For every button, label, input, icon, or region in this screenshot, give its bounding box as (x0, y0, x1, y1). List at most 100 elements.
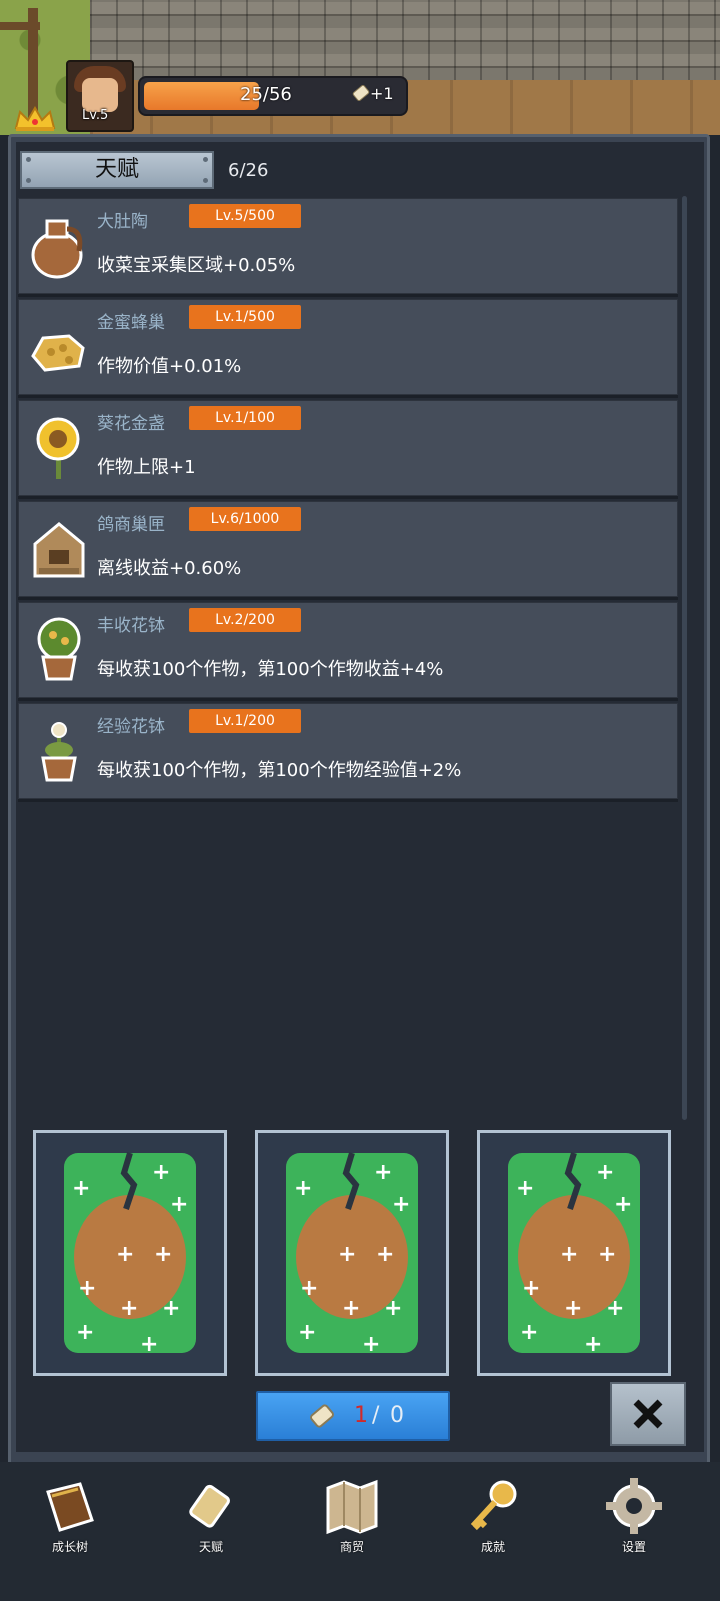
scroll-bonus: +1 (370, 84, 394, 103)
svg-text:+: + (72, 1176, 90, 1201)
player-level: Lv.5 (82, 108, 109, 123)
svg-text:+: + (170, 1192, 188, 1217)
nav-label: 商贸 (339, 1540, 364, 1554)
talent-name: 丰收花钵 (97, 616, 165, 636)
book-icon (46, 1482, 94, 1532)
xp-text: 25/56 (240, 84, 292, 105)
svg-text:+: + (520, 1320, 538, 1345)
talent-name: 金蜜蜂巢 (97, 313, 165, 333)
draw-cost-current: 1 (354, 1403, 368, 1428)
talent-name: 鸽商巢匣 (97, 515, 165, 535)
svg-text:+: + (614, 1192, 632, 1217)
gear-icon (606, 1478, 662, 1534)
svg-text:+: + (152, 1160, 170, 1185)
talent-description: 每收获100个作物，第100个作物经验值+2% (97, 760, 462, 781)
harvest-flowerpot-icon (37, 617, 81, 681)
avatar-face (82, 78, 118, 112)
seed-card-back-icon: +++ + ++ + ++ + (286, 1152, 418, 1357)
pigeon-box-icon (33, 522, 85, 578)
talent-card[interactable]: 金蜜蜂巢 Lv.1/500 作物价值+0.01% (18, 299, 678, 395)
talent-level-badge: Lv.6/1000 (189, 507, 301, 531)
svg-text:+: + (120, 1296, 138, 1321)
talent-description: 收菜宝采集区域+0.05% (97, 255, 296, 276)
close-button[interactable] (610, 1382, 686, 1446)
draw-cost-total: 0 (390, 1403, 404, 1428)
sunflower-icon (36, 417, 80, 479)
svg-text:+: + (392, 1192, 410, 1217)
talent-name: 葵花金盏 (97, 414, 165, 434)
talent-card[interactable]: 经验花钵 Lv.1/200 每收获100个作物，第100个作物经验值+2% (18, 703, 678, 799)
nav-item-achievement[interactable]: 成就 (443, 1474, 543, 1564)
talent-card[interactable]: 鸽商巢匣 Lv.6/1000 离线收益+0.60% (18, 501, 678, 597)
talent-description: 每收获100个作物，第100个作物收益+4% (97, 659, 444, 680)
nav-label: 成就 (480, 1540, 505, 1554)
svg-text:+: + (374, 1160, 392, 1185)
seed-card-slot[interactable]: + + + + + + + + + + (477, 1130, 671, 1376)
talent-level-badge: Lv.1/200 (189, 709, 301, 733)
svg-text:+: + (294, 1176, 312, 1201)
key-icon (470, 1480, 517, 1531)
talent-description: 作物价值+0.01% (97, 356, 242, 377)
talent-name: 大肚陶 (97, 212, 148, 232)
draw-cost-separator: / (372, 1403, 380, 1428)
roof-background (90, 0, 720, 80)
nav-label: 天赋 (198, 1540, 223, 1554)
svg-text:+: + (376, 1242, 394, 1267)
talent-level-badge: Lv.1/500 (189, 305, 301, 329)
talent-count: 6/26 (228, 160, 269, 181)
talent-title: 天赋 (94, 157, 139, 182)
scroll-icon (189, 1484, 230, 1528)
nav-item-trade[interactable]: 商贸 (302, 1474, 402, 1564)
svg-text:+: + (564, 1296, 582, 1321)
svg-text:+: + (338, 1242, 356, 1267)
svg-text:+: + (516, 1176, 534, 1201)
nav-label: 成长树 (51, 1540, 88, 1554)
clay-jar-icon (31, 219, 83, 279)
talent-card[interactable]: 丰收花钵 Lv.2/200 每收获100个作物，第100个作物收益+4% (18, 602, 678, 698)
talent-level-badge: Lv.5/500 (189, 204, 301, 228)
talent-list-scrollbar[interactable] (682, 196, 687, 1120)
seed-card-back-icon: +++ + ++ + ++ + (64, 1152, 196, 1357)
svg-text:+: + (342, 1296, 360, 1321)
talent-level-badge: Lv.2/200 (189, 608, 301, 632)
exp-flowerpot-icon (41, 722, 77, 782)
map-icon (326, 1479, 378, 1535)
talent-description: 作物上限+1 (97, 457, 196, 478)
svg-text:+: + (362, 1332, 380, 1357)
svg-text:+: + (300, 1276, 318, 1301)
seed-card-slot[interactable]: + + + + + + + + + + (255, 1130, 449, 1376)
draw-talent-button[interactable]: 1 / 0 (256, 1391, 450, 1441)
svg-text:+: + (560, 1242, 578, 1267)
svg-text:+: + (76, 1320, 94, 1345)
honeycomb-icon (31, 334, 85, 372)
seed-card-slot[interactable]: + + + + + + + + + + (33, 1130, 227, 1376)
talent-title-plate: 天赋 (20, 151, 214, 189)
signpost-beam (0, 22, 40, 30)
scroll-icon (352, 84, 370, 102)
scroll-icon (310, 1404, 334, 1428)
nav-label: 设置 (621, 1540, 646, 1554)
close-icon (633, 1399, 663, 1429)
svg-text:+: + (606, 1296, 624, 1321)
seed-card-back-icon: +++ + ++ + ++ + (508, 1152, 640, 1357)
svg-text:+: + (154, 1242, 172, 1267)
svg-text:+: + (598, 1242, 616, 1267)
nav-item-growth-tree[interactable]: 成长树 (20, 1474, 120, 1564)
talent-description: 离线收益+0.60% (97, 558, 242, 579)
nav-item-talent[interactable]: 天赋 (161, 1474, 261, 1564)
svg-text:+: + (384, 1296, 402, 1321)
crown-icon (14, 106, 56, 131)
svg-text:+: + (116, 1242, 134, 1267)
talent-card[interactable]: 葵花金盏 Lv.1/100 作物上限+1 (18, 400, 678, 496)
svg-text:+: + (584, 1332, 602, 1357)
svg-text:+: + (162, 1296, 180, 1321)
svg-text:+: + (522, 1276, 540, 1301)
svg-text:+: + (596, 1160, 614, 1185)
talent-level-badge: Lv.1/100 (189, 406, 301, 430)
talent-name: 经验花钵 (97, 717, 165, 737)
nav-item-settings[interactable]: 设置 (584, 1474, 684, 1564)
talent-card[interactable]: 大肚陶 Lv.5/500 收菜宝采集区域+0.05% (18, 198, 678, 294)
svg-text:+: + (140, 1332, 158, 1357)
svg-text:+: + (298, 1320, 316, 1345)
svg-text:+: + (78, 1276, 96, 1301)
